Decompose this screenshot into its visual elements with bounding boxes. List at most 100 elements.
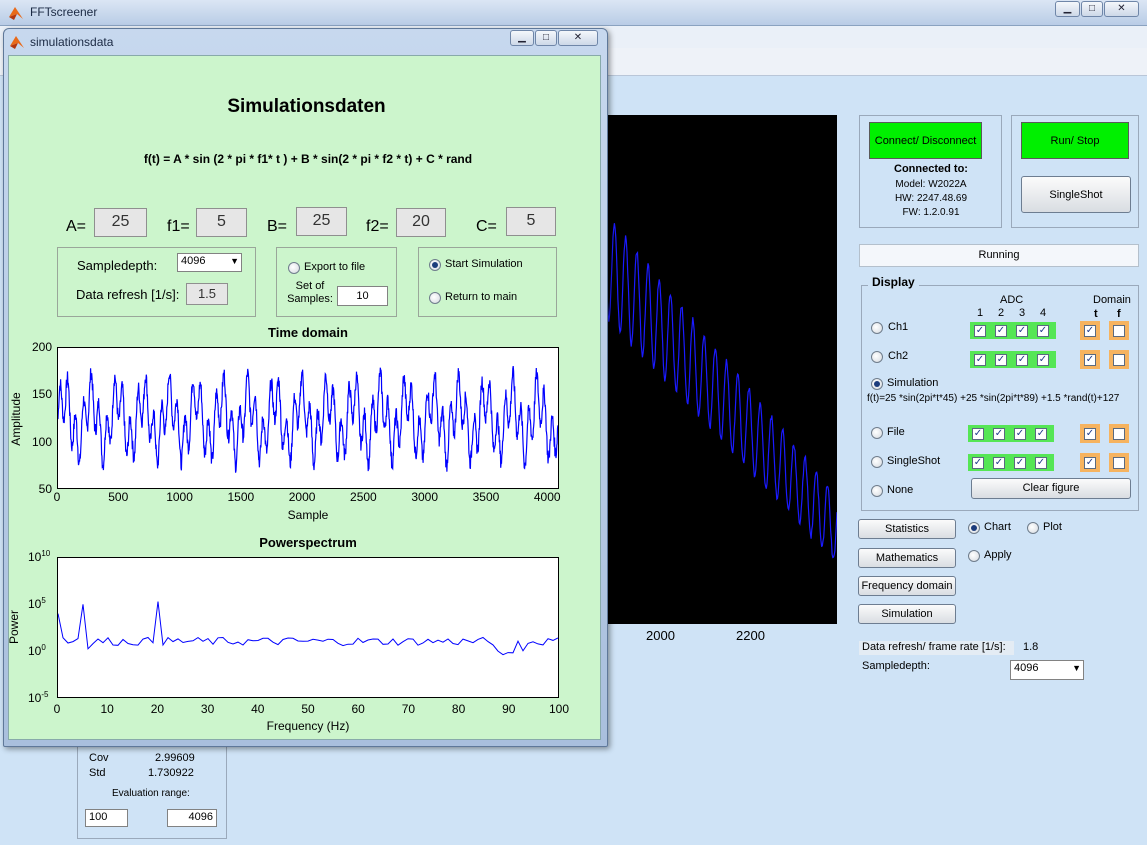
singleshot-f-checkbox[interactable] (1113, 457, 1125, 469)
ch1-adc1-checkbox[interactable]: ✓ (974, 325, 986, 337)
ch2-label: Ch2 (888, 350, 909, 362)
file-adc4-checkbox[interactable]: ✓ (1035, 428, 1047, 440)
x-tick-label: 2000 (646, 628, 675, 643)
file-adc2-checkbox[interactable]: ✓ (993, 428, 1005, 440)
a-input[interactable]: 25 (94, 208, 147, 237)
chart-radio[interactable] (968, 522, 980, 534)
ch1-radio[interactable] (871, 322, 883, 334)
ch1-adc2-checkbox[interactable]: ✓ (995, 325, 1007, 337)
ch2-radio[interactable] (871, 351, 883, 363)
matlab-icon (8, 5, 24, 21)
f1-input[interactable]: 5 (196, 208, 247, 237)
powerspectrum-x-ticks: 0 10 20 30 40 50 60 70 80 90 100 (54, 702, 569, 718)
time-domain-series (57, 366, 559, 473)
adc-num-1: 1 (977, 307, 984, 319)
ch2-adc2-checkbox[interactable]: ✓ (995, 354, 1007, 366)
x-tick-label: 60 (351, 702, 365, 716)
range-from-input[interactable]: 100 (85, 809, 128, 827)
singleshot-button[interactable]: SingleShot (1021, 176, 1131, 213)
x-tick-label: 1000 (166, 490, 193, 504)
formula-label: f(t) = A * sin (2 * pi * f1* t ) + B * s… (143, 152, 473, 166)
sampledepth-label: Sampledepth: (862, 660, 930, 672)
minimize-button[interactable]: ▁ (1055, 1, 1080, 17)
a-label: A= (66, 218, 87, 235)
apply-radio[interactable] (968, 550, 980, 562)
display-title: Display (868, 275, 919, 289)
set-of-samples-label: Set of Samples: (287, 280, 333, 305)
domain-label: Domain (1093, 294, 1131, 306)
ch1-adc3-checkbox[interactable]: ✓ (1016, 325, 1028, 337)
adc-num-2: 2 (998, 307, 1005, 319)
return-to-main-radio[interactable] (429, 292, 441, 304)
main-plot-signal (605, 223, 838, 559)
dialog-sampledepth-select[interactable]: 4096 ▼ (177, 253, 242, 272)
x-tick-label: 80 (451, 702, 466, 716)
domain-f-label: f (1117, 308, 1121, 320)
maximize-button[interactable]: □ (1081, 1, 1103, 17)
x-tick-label: 2200 (736, 628, 765, 643)
close-button[interactable]: ✕ (1104, 1, 1139, 17)
frequency-domain-button[interactable]: Frequency domain (858, 576, 956, 596)
mathematics-button[interactable]: Mathematics (858, 548, 956, 568)
time-domain-ylabel: Amplitude (9, 392, 23, 446)
dialog-sampledepth-value: 4096 (181, 255, 206, 267)
export-radio[interactable] (288, 262, 300, 274)
dialog-minimize-button[interactable]: ▁ (510, 30, 534, 46)
ch1-f-checkbox[interactable] (1113, 325, 1125, 337)
file-t-checkbox[interactable]: ✓ (1084, 428, 1096, 440)
ch1-t-checkbox[interactable]: ✓ (1084, 325, 1096, 337)
singleshot-radio[interactable] (871, 456, 883, 468)
matlab-icon (9, 34, 25, 50)
file-radio[interactable] (871, 427, 883, 439)
y-tick-label: 105 (28, 596, 46, 611)
run-stop-button[interactable]: Run/ Stop (1021, 122, 1129, 159)
statistics-button[interactable]: Statistics (858, 519, 956, 539)
simulation-radio[interactable] (871, 378, 883, 390)
return-to-main-label: Return to main (445, 291, 518, 303)
connect-disconnect-button[interactable]: Connect/ Disconnect (869, 122, 982, 159)
ch1-adc4-checkbox[interactable]: ✓ (1037, 325, 1049, 337)
ch2-adc3-checkbox[interactable]: ✓ (1016, 354, 1028, 366)
file-adc1-checkbox[interactable]: ✓ (972, 428, 984, 440)
simulation-formula: f(t)=25 *sin(2pi*t*45) +25 *sin(2pi*t*89… (867, 393, 1120, 404)
powerspectrum-series (57, 601, 559, 656)
x-tick-label: 2000 (288, 490, 316, 504)
cov-label: Cov (89, 752, 109, 764)
start-simulation-radio[interactable] (429, 259, 441, 271)
none-radio[interactable] (871, 485, 883, 497)
y-tick-label: 100 (31, 434, 52, 449)
c-input[interactable]: 5 (506, 207, 556, 236)
refresh-label: Data refresh [1/s]: (76, 287, 180, 302)
singleshot-adc1-checkbox[interactable]: ✓ (972, 457, 984, 469)
sampledepth-select[interactable]: 4096 ▼ (1010, 660, 1084, 680)
ch2-adc4-checkbox[interactable]: ✓ (1037, 354, 1049, 366)
x-tick-label: 3500 (472, 490, 500, 504)
plot-label: Plot (1043, 521, 1062, 533)
cov-value: 2.99609 (155, 752, 195, 764)
set-of-samples-input[interactable]: 10 (337, 286, 388, 306)
main-plot (605, 115, 838, 624)
range-to-input[interactable]: 4096 (167, 809, 217, 827)
simulation-button[interactable]: Simulation (858, 604, 956, 624)
refresh-input[interactable]: 1.5 (186, 283, 228, 305)
singleshot-adc4-checkbox[interactable]: ✓ (1035, 457, 1047, 469)
clear-figure-button[interactable]: Clear figure (971, 478, 1131, 499)
file-f-checkbox[interactable] (1113, 428, 1125, 440)
main-titlebar (0, 0, 1147, 26)
x-tick-label: 40 (251, 702, 265, 716)
plot-radio[interactable] (1027, 522, 1039, 534)
singleshot-adc3-checkbox[interactable]: ✓ (1014, 457, 1026, 469)
dialog-close-button[interactable]: ✕ (558, 30, 598, 46)
domain-t-label: t (1094, 308, 1098, 320)
b-input[interactable]: 25 (296, 207, 347, 236)
ch2-t-checkbox[interactable]: ✓ (1084, 354, 1096, 366)
ch2-adc1-checkbox[interactable]: ✓ (974, 354, 986, 366)
dialog-maximize-button[interactable]: □ (535, 30, 557, 46)
x-tick-label: 90 (502, 702, 516, 716)
ch2-f-checkbox[interactable] (1113, 354, 1125, 366)
file-adc3-checkbox[interactable]: ✓ (1014, 428, 1026, 440)
f2-input[interactable]: 20 (396, 208, 446, 237)
singleshot-adc2-checkbox[interactable]: ✓ (993, 457, 1005, 469)
model-label: Model: W2022A (895, 179, 967, 190)
singleshot-t-checkbox[interactable]: ✓ (1084, 457, 1096, 469)
